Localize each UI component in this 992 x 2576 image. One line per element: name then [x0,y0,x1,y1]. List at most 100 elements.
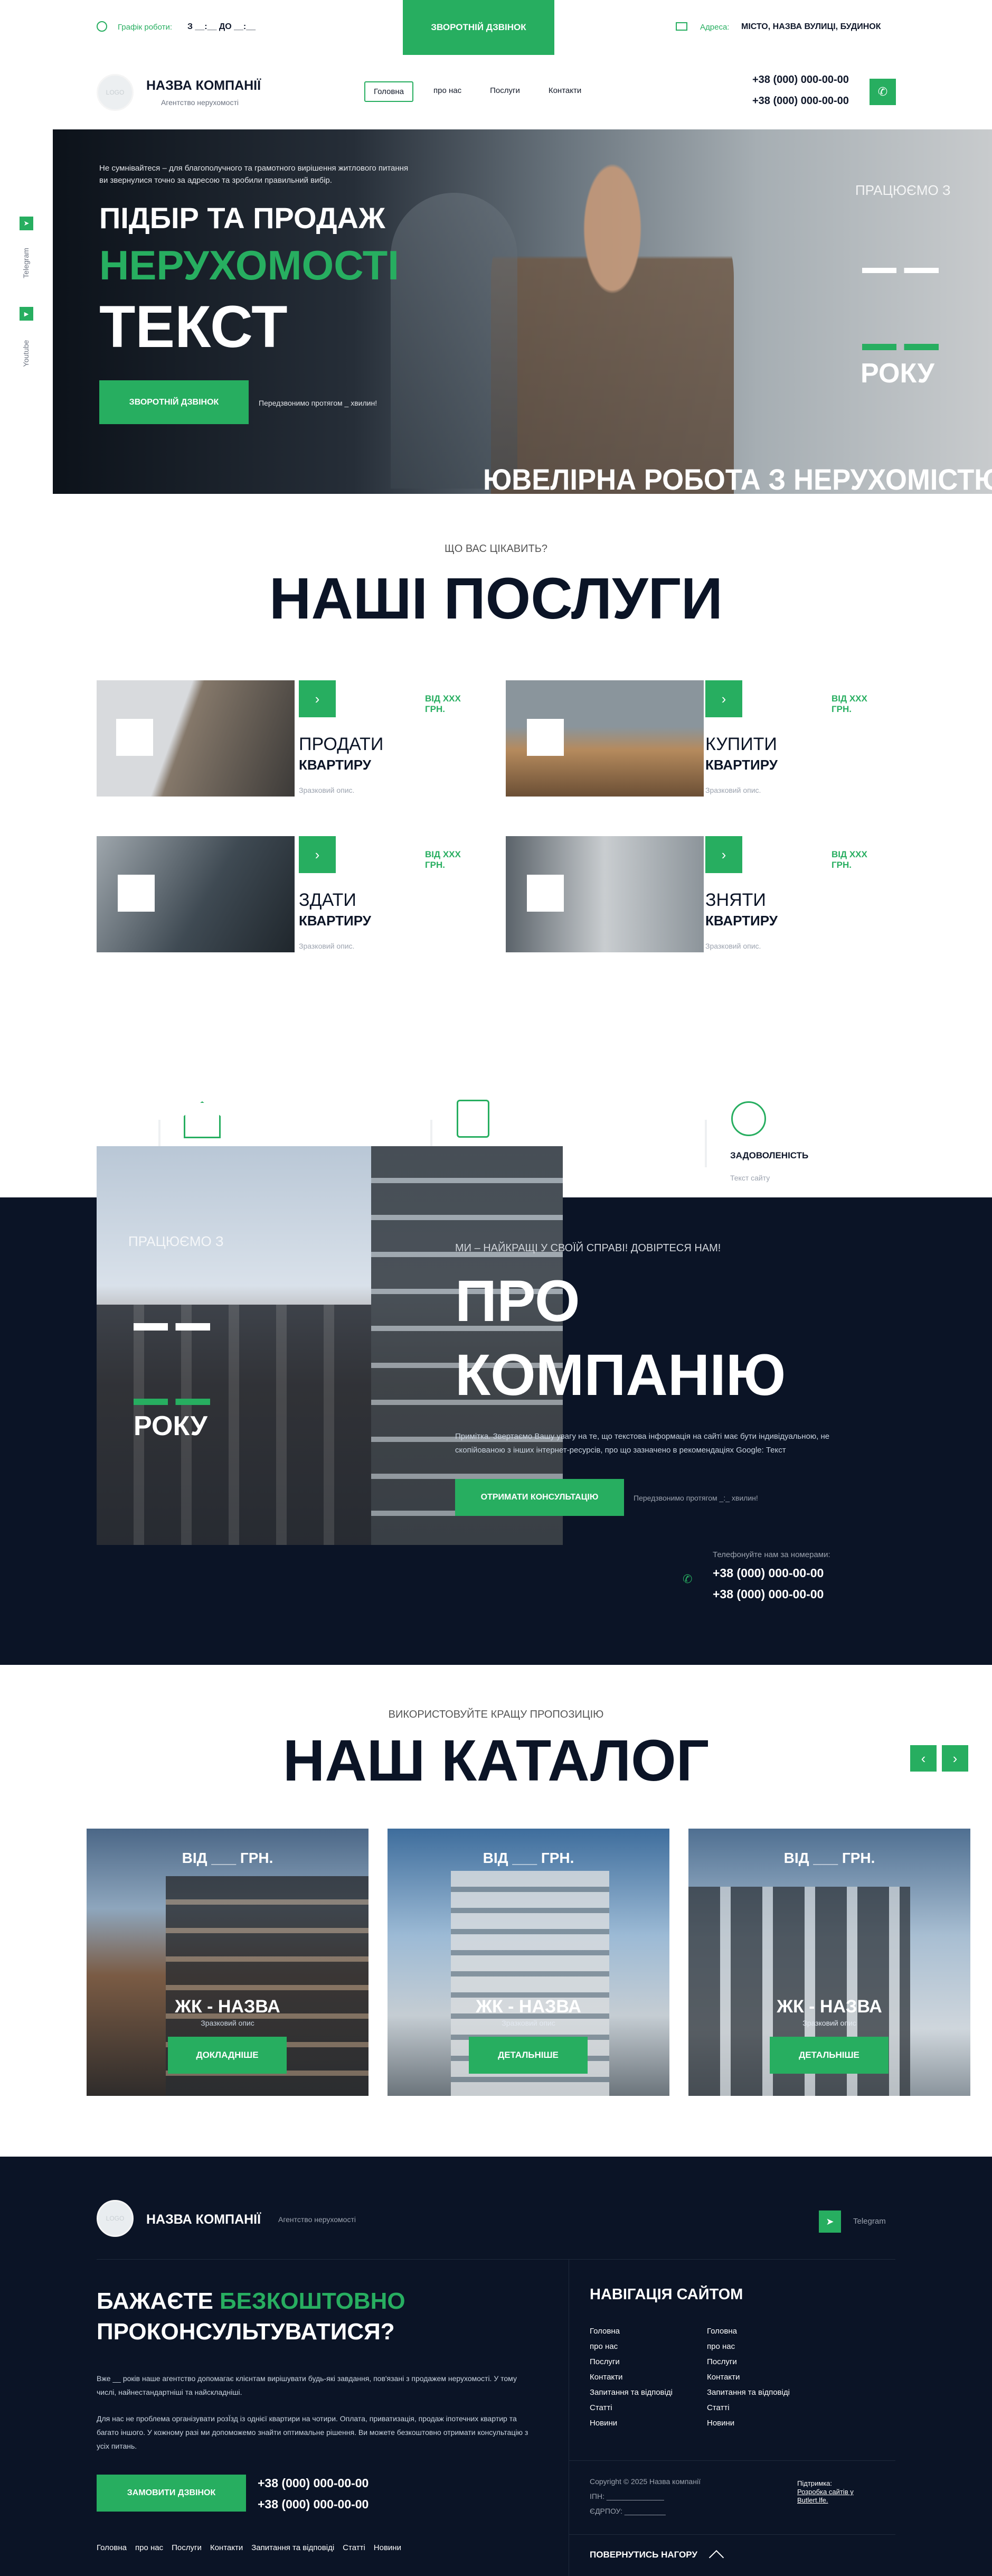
back-to-top-button[interactable]: ПОВЕРНУТИСЬ НАГОРУ [590,2547,724,2565]
footer-nav-link[interactable]: Запитання та відповіді [590,2388,673,2397]
catalog-card-button[interactable]: ДЕТАЛЬНІШЕ [469,2037,588,2074]
footer-nav-link[interactable]: Контакти [707,2373,790,2382]
service-desc: Зразковий опис. [705,786,761,794]
footer-bottom-nav-item[interactable]: про нас [135,2543,163,2552]
catalog-card[interactable]: ВІД ___ ГРН. ЖК - НАЗВА Зразковий опис Д… [388,1829,669,2096]
catalog-next-button[interactable]: › [942,1745,968,1772]
footer-cta-highlight: БЕЗКОШТОВНО [220,2288,405,2314]
telegram-social-link[interactable]: ➤ Telegram [20,217,33,301]
about-consultation-label: ОТРИМАТИ КОНСУЛЬТАЦІЮ [480,1493,599,1502]
footer-phone-2[interactable]: +38 (000) 000-00-00 [258,2497,369,2512]
address-label: Адреса: [700,23,730,32]
footer-telegram-label: Telegram [853,2217,886,2226]
footer-bottom-nav: Головна про нас Послуги Контакти Запитан… [97,2543,401,2552]
service-arrow-button[interactable]: › [705,680,742,717]
service-price: ВІД ХХХ ГРН. [832,849,867,870]
footer-nav-link[interactable]: Головна [707,2327,790,2336]
catalog-card-button-label: ДЕТАЛЬНІШЕ [498,2050,559,2060]
advantage-title: ЗАДОВОЛЕНІСТЬ [730,1150,809,1160]
footer-nav-link[interactable]: Новини [590,2419,673,2428]
service-image-mask [116,719,153,756]
header-phone-button[interactable]: ✆ [870,79,896,105]
hero-callback-button[interactable]: ЗВОРОТНІЙ ДЗВІНОК [99,380,249,424]
hero-callback-note: Передзвонимо протягом _ хвилин! [259,399,377,407]
service-image-mask [527,719,564,756]
footer-nav-link[interactable]: Головна [590,2327,673,2336]
about-note: Примітка. Звертаємо Вашу увагу на те, що… [455,1432,830,1455]
service-card-rent[interactable]: › ВІД ХХХ ГРН. ЗНЯТИ КВАРТИРУ Зразковий … [506,836,870,952]
service-arrow-button[interactable]: › [299,680,336,717]
top-bar: Графік роботи: З __:__ ДО __:__ ЗВОРОТНІ… [0,0,992,55]
hero-title-line2: НЕРУХОМОСТІ [99,242,399,288]
footer-bottom-nav-item[interactable]: Послуги [172,2543,202,2552]
catalog-card-sub: Зразковий опис [802,2019,856,2027]
catalog-card-button[interactable]: ДЕТАЛЬНІШЕ [770,2037,889,2074]
footer-nav-link[interactable]: Статті [590,2403,673,2412]
service-arrow-button[interactable]: › [299,836,336,873]
nav-contacts[interactable]: Контакти [540,81,590,102]
about-title-line2: КОМПАНІЮ [455,1343,786,1408]
youtube-social-link[interactable]: ▶ Youtube [20,307,33,391]
hero-year-blank [862,268,939,273]
catalog-card[interactable]: ВІД ___ ГРН. ЖК - НАЗВА Зразковий опис Д… [688,1829,970,2096]
youtube-label: Youtube [22,340,30,367]
service-action: ЗНЯТИ [705,890,766,910]
footer-nav-link[interactable]: Новини [707,2419,790,2428]
catalog-card[interactable]: ВІД ___ ГРН. ЖК - НАЗВА Зразковий опис Д… [87,1829,369,2096]
service-object: КВАРТИРУ [299,757,371,773]
topbar-callback-button[interactable]: ЗВОРОТНІЙ ДЗВІНОК [403,0,554,55]
nav-about[interactable]: про нас [425,81,470,102]
advantage-divider [705,1120,707,1167]
footer-nav-title: НАВІГАЦІЯ САЙТОМ [590,2286,743,2303]
catalog-card-name: ЖК - НАЗВА [777,1997,882,2017]
service-object: КВАРТИРУ [705,757,778,773]
footer-nav-link[interactable]: Послуги [707,2357,790,2366]
header-phone-1[interactable]: +38 (000) 000-00-00 [752,74,849,86]
about-phone-1[interactable]: +38 (000) 000-00-00 [713,1566,824,1580]
footer-phone-1[interactable]: +38 (000) 000-00-00 [258,2476,369,2490]
footer-bottom-nav-item[interactable]: Головна [97,2543,127,2552]
footer-back-to-top-divider [569,2534,895,2535]
service-card-buy[interactable]: › ВІД ХХХ ГРН. КУПИТИ КВАРТИРУ Зразковий… [506,680,870,797]
footer-nav-column-1: Головна про нас Послуги Контакти Запитан… [590,2327,673,2428]
catalog-card-name: ЖК - НАЗВА [476,1997,581,2017]
service-arrow-button[interactable]: › [705,836,742,873]
catalog-prev-button[interactable]: ‹ [910,1745,937,1772]
footer-nav-link[interactable]: Послуги [590,2357,673,2366]
footer-telegram-link[interactable]: ➤ Telegram [819,2210,893,2233]
header-logo[interactable]: LOGO [97,74,134,111]
footer-divider [97,2259,895,2260]
footer-logo[interactable]: LOGO [97,2200,134,2237]
service-card-sell[interactable]: › ВІД ХХХ ГРН. ПРОДАТИ КВАРТИРУ Зразкови… [97,680,461,797]
service-card-rent-out[interactable]: › ВІД ХХХ ГРН. ЗДАТИ КВАРТИРУ Зразковий … [97,836,461,952]
footer-bottom-nav-item[interactable]: Контакти [210,2543,243,2552]
schedule-label: Графік роботи: [118,23,173,32]
footer-nav-link[interactable]: Запитання та відповіді [707,2388,790,2397]
footer-nav-link[interactable]: Контакти [590,2373,673,2382]
service-object: КВАРТИРУ [705,913,778,929]
catalog-card-price: ВІД ___ ГРН. [783,1850,875,1866]
service-image-mask [527,875,564,912]
footer-order-call-button[interactable]: ЗАМОВИТИ ДЗВІНОК [97,2475,246,2512]
catalog-card-name: ЖК - НАЗВА [175,1997,280,2017]
catalog-card-button[interactable]: ДОКЛАДНІШЕ [168,2037,287,2074]
hero-title-line1: ПІДБІР ТА ПРОДАЖ [99,201,385,235]
footer-nav-link[interactable]: Статті [707,2403,790,2412]
telegram-icon: ➤ [20,217,33,230]
footer-support-link[interactable]: Розробка сайтів у Butlert.lfe. [797,2488,876,2505]
service-desc: Зразковий опис. [299,786,355,794]
hero-callback-label: ЗВОРОТНІЙ ДЗВІНОК [129,397,219,407]
footer-bottom-nav-item[interactable]: Запитання та відповіді [251,2543,334,2552]
footer-bottom-nav-item[interactable]: Статті [343,2543,365,2552]
hero-photo-figure [491,161,734,494]
hero-year-underline [862,344,939,350]
footer-nav-link[interactable]: про нас [707,2342,790,2351]
nav-services[interactable]: Послуги [481,81,528,102]
footer-nav-link[interactable]: про нас [590,2342,673,2351]
about-phone-2[interactable]: +38 (000) 000-00-00 [713,1587,824,1601]
header-phone-2[interactable]: +38 (000) 000-00-00 [752,95,849,107]
header-logo-text: LOGO [106,89,125,96]
about-consultation-button[interactable]: ОТРИМАТИ КОНСУЛЬТАЦІЮ [455,1479,624,1516]
nav-home[interactable]: Головна [364,81,413,102]
footer-bottom-nav-item[interactable]: Новини [374,2543,401,2552]
